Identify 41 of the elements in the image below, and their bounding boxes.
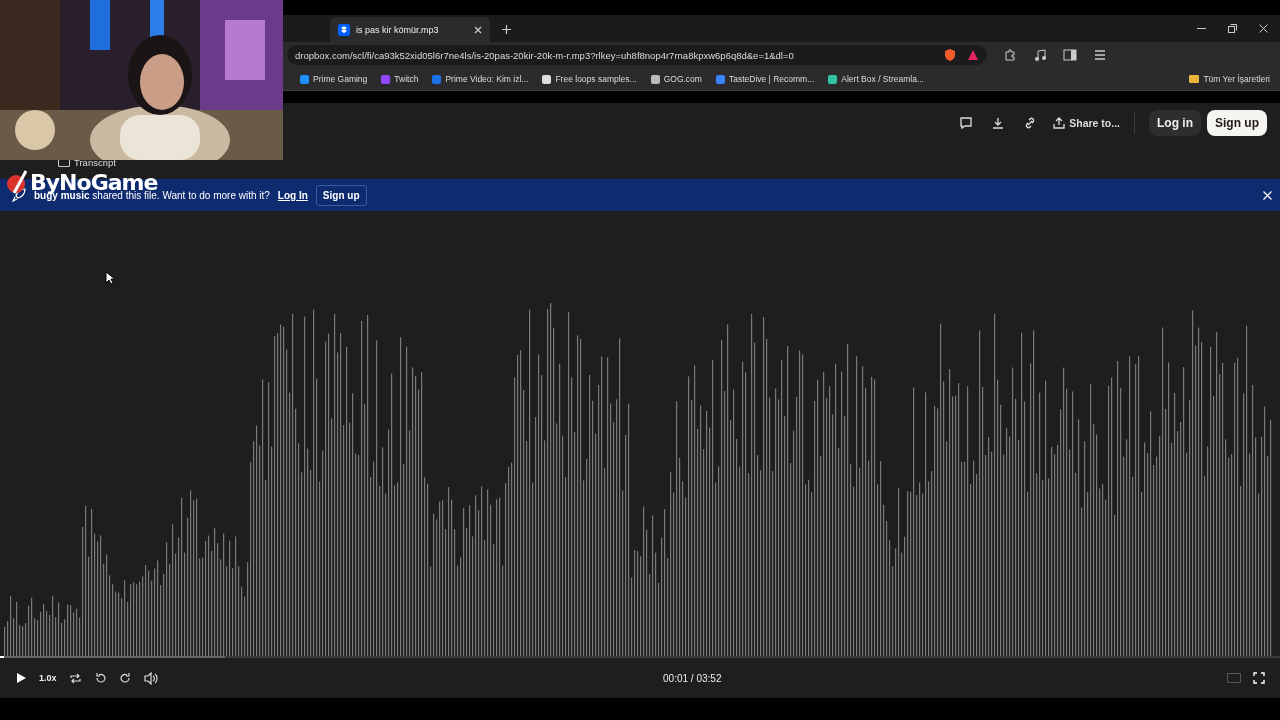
bookmark[interactable]: Prime Gaming [300, 74, 368, 84]
box-icon [338, 23, 350, 36]
triangle-icon [967, 49, 979, 61]
repeat-icon[interactable] [68, 671, 82, 685]
bookmark[interactable]: TasteDive | Recomm... [715, 74, 815, 84]
new-tab-icon[interactable] [502, 25, 511, 34]
browser-tab[interactable]: is pas kir kömür.mp3 [330, 17, 490, 42]
rocket-icon [12, 188, 26, 202]
speed-button[interactable]: 1.0x [39, 673, 57, 683]
menu-icon[interactable] [1093, 48, 1107, 62]
rewind-icon[interactable] [93, 671, 107, 685]
time-display: 00:01 / 03:52 [663, 672, 722, 684]
bookmark[interactable]: Free loops samples... [542, 74, 637, 84]
bookmark[interactable]: Prime Video: Kim izl... [432, 74, 529, 84]
shield-icon [943, 48, 957, 62]
bookmark[interactable]: Twitch [381, 74, 419, 84]
sidebar-icon[interactable] [1063, 48, 1077, 62]
signup-button[interactable]: Sign up [1207, 110, 1267, 136]
restore-icon[interactable] [1228, 24, 1237, 33]
play-icon[interactable] [15, 672, 27, 684]
pointer-icon [105, 271, 115, 285]
signup-button[interactable]: Sign up [315, 184, 367, 206]
address-field[interactable]: dropbox.com/scl/fi/ca93k52xid05l6r7ne4ls/is-20pas-20kir-20k-m-r.mp3?rlkey=uh8f8nop4r7rna8kpxw6p6q8d&e=1&dl=0 [287, 45, 987, 65]
bookmark[interactable]: GOG.com [650, 74, 702, 84]
feather-icon [6, 169, 28, 195]
close-icon[interactable] [474, 25, 482, 34]
forward-icon[interactable] [118, 671, 132, 685]
share-icon [1053, 117, 1066, 129]
close-icon[interactable] [1259, 24, 1268, 33]
share-button[interactable]: Share to... [1053, 117, 1120, 129]
login-button[interactable]: Log in [1149, 110, 1201, 136]
bookmarks-folder[interactable]: Tüm Yer İşaretleri [1189, 74, 1270, 84]
volume-icon[interactable] [143, 671, 158, 685]
music-icon[interactable] [1033, 48, 1047, 62]
puzzle-icon[interactable] [1003, 48, 1017, 62]
bookmark[interactable]: Alert Box / Streamla... [828, 74, 924, 84]
comment-icon[interactable] [959, 116, 974, 130]
folder-icon [1189, 75, 1200, 83]
login-link[interactable]: Log In [277, 189, 308, 201]
download-icon[interactable] [991, 116, 1006, 130]
fullscreen-icon[interactable] [1253, 672, 1265, 684]
